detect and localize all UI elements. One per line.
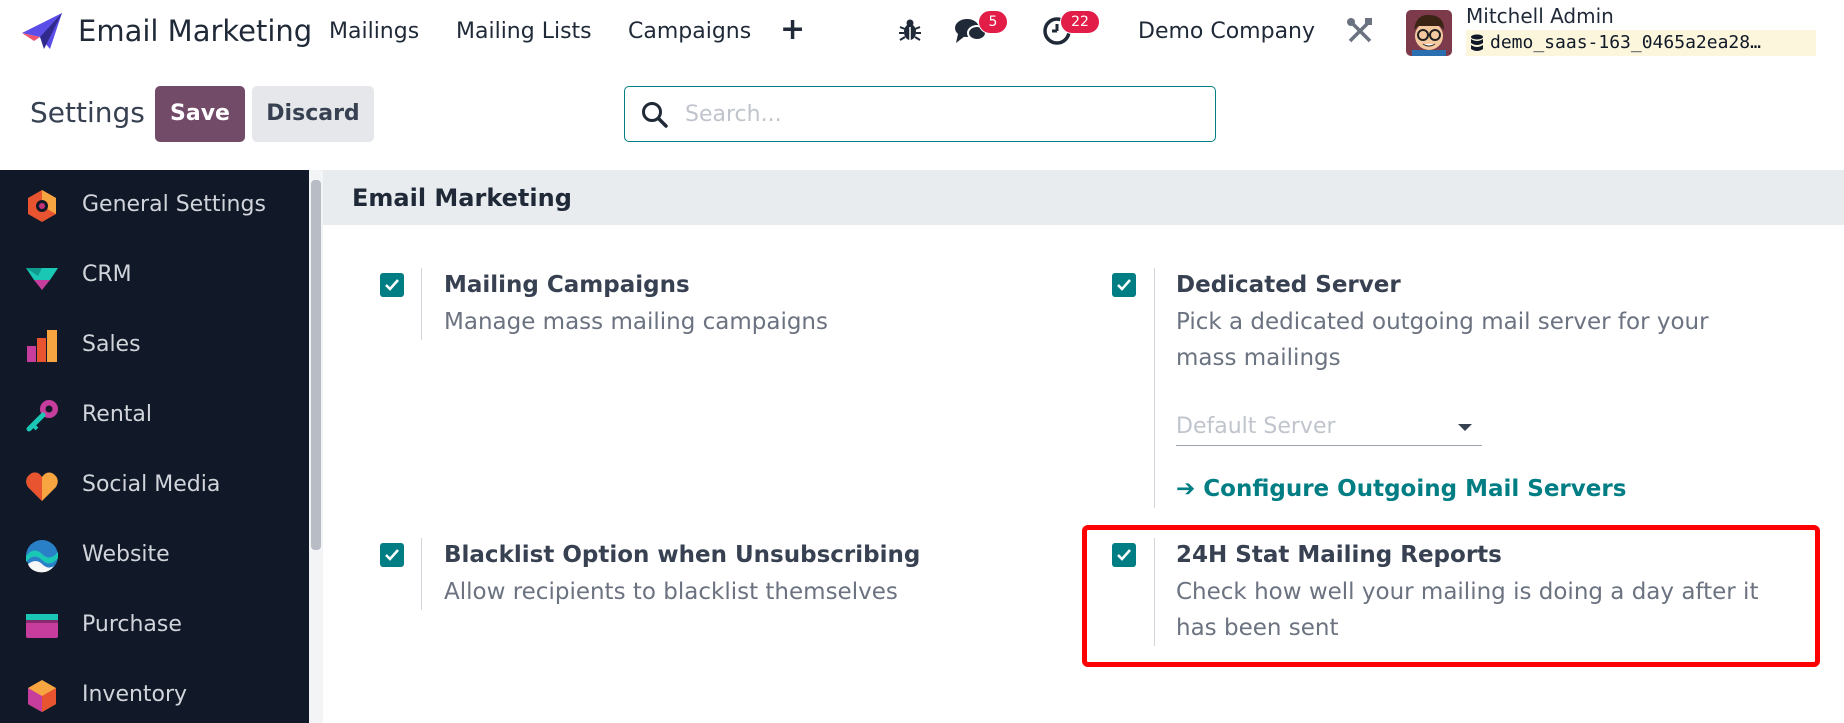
checkmark-icon — [385, 549, 399, 561]
activities-count-badge: 22 — [1060, 10, 1100, 34]
sidebar-item-label: Inventory — [82, 682, 188, 707]
user-name[interactable]: Mitchell Admin — [1466, 2, 1614, 30]
messages-count-badge: 5 — [978, 10, 1008, 34]
social-media-icon — [26, 472, 58, 501]
sidebar-item-rental[interactable]: Rental — [0, 380, 309, 450]
setting-divider — [1154, 268, 1155, 508]
sidebar-scrollbar-thumb[interactable] — [311, 180, 321, 550]
app-title[interactable]: Email Marketing — [78, 11, 312, 51]
section-title: Email Marketing — [352, 184, 572, 212]
sidebar-item-label: Rental — [82, 402, 152, 427]
setting-divider — [421, 268, 422, 340]
sidebar-item-sales[interactable]: Sales — [0, 310, 309, 380]
caret-down-icon — [1458, 424, 1472, 431]
sidebar-item-label: Sales — [82, 332, 141, 357]
company-switcher[interactable]: Demo Company — [1138, 17, 1315, 47]
sidebar-item-purchase[interactable]: Purchase — [0, 590, 309, 660]
sidebar-item-crm[interactable]: CRM — [0, 240, 309, 310]
checkmark-icon — [385, 279, 399, 291]
sidebar-item-label: CRM — [82, 262, 132, 287]
sidebar-item-label: Social Media — [82, 472, 221, 497]
sidebar-item-label: Website — [82, 542, 170, 567]
search-box[interactable] — [624, 86, 1216, 142]
blacklist-option-checkbox[interactable] — [380, 543, 404, 567]
blacklist-option-title[interactable]: Blacklist Option when Unsubscribing — [444, 539, 920, 571]
sidebar-item-label: Purchase — [82, 612, 182, 637]
checkmark-icon — [1117, 279, 1131, 291]
nav-campaigns[interactable]: Campaigns — [628, 17, 751, 47]
database-icon — [1471, 34, 1483, 51]
general-settings-icon — [28, 190, 56, 222]
sidebar-item-label: General Settings — [82, 192, 266, 217]
nav-mailings[interactable]: Mailings — [329, 17, 419, 47]
discard-button[interactable]: Discard — [252, 86, 374, 142]
configure-mail-servers-link[interactable]: ➔ Configure Outgoing Mail Servers — [1176, 473, 1626, 505]
database-name: demo_saas-163_0465a2ea28… — [1490, 32, 1761, 53]
purchase-icon — [26, 614, 58, 638]
sidebar-item-inventory[interactable]: Inventory — [0, 660, 309, 723]
user-avatar[interactable] — [1406, 10, 1452, 56]
rental-icon — [26, 400, 58, 432]
mailing-campaigns-title[interactable]: Mailing Campaigns — [444, 269, 690, 301]
crm-icon — [26, 268, 58, 290]
search-icon — [642, 102, 668, 128]
sidebar-item-website[interactable]: Website — [0, 520, 309, 590]
dedicated-server-description: Pick a dedicated outgoing mail server fo… — [1176, 309, 1709, 371]
dedicated-server-title[interactable]: Dedicated Server — [1176, 269, 1401, 301]
mail-server-select-value: Default Server — [1176, 414, 1336, 439]
bug-icon[interactable] — [897, 17, 923, 43]
email-marketing-logo-icon[interactable] — [20, 11, 64, 51]
inventory-icon — [28, 680, 56, 712]
highlight-annotation-box — [1082, 525, 1820, 667]
website-icon — [26, 540, 58, 573]
blacklist-option-description: Allow recipients to blacklist themselves — [444, 579, 898, 605]
sidebar-item-general-settings[interactable]: General Settings — [0, 170, 309, 240]
dedicated-server-checkbox[interactable] — [1112, 273, 1136, 297]
search-input[interactable] — [685, 97, 1195, 131]
tools-icon[interactable] — [1346, 17, 1374, 45]
page-title: Settings — [30, 96, 145, 129]
top-navbar: Email Marketing Mailings Mailing Lists C… — [0, 0, 1844, 62]
database-chip: demo_saas-163_0465a2ea28… — [1466, 30, 1816, 56]
mailing-campaigns-checkbox[interactable] — [380, 273, 404, 297]
settings-sidebar: General Settings CRM Sales Rental Social… — [0, 170, 309, 723]
save-button[interactable]: Save — [155, 86, 245, 142]
mail-server-select[interactable]: Default Server — [1176, 408, 1482, 446]
nav-add-button[interactable]: + — [780, 12, 805, 48]
setting-divider — [421, 538, 422, 610]
sidebar-item-social-media[interactable]: Social Media — [0, 450, 309, 520]
nav-mailing-lists[interactable]: Mailing Lists — [456, 17, 592, 47]
sales-icon — [27, 330, 57, 362]
mailing-campaigns-description: Manage mass mailing campaigns — [444, 309, 828, 335]
